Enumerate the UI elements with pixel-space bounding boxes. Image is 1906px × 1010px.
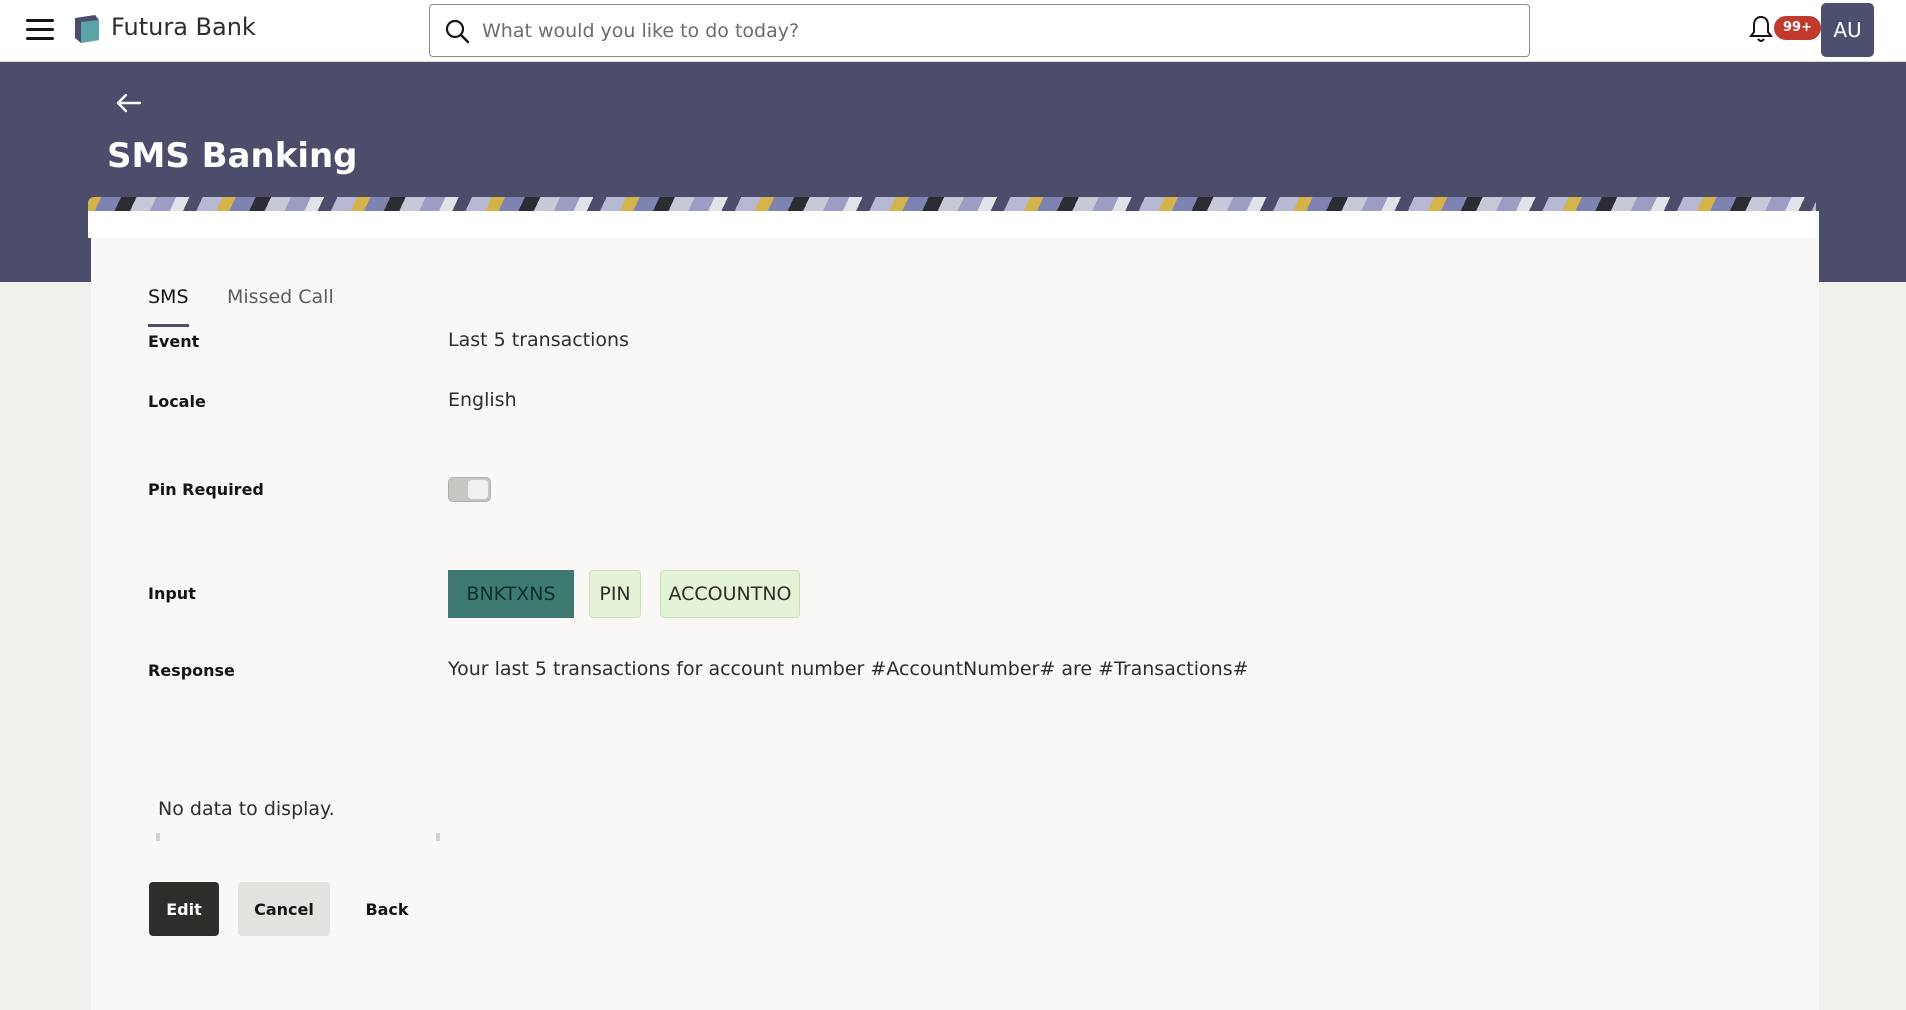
- search-icon: [445, 19, 470, 44]
- event-label: Event: [148, 332, 200, 351]
- toggle-knob: [468, 480, 488, 499]
- page-title: SMS Banking: [107, 136, 358, 176]
- pin-required-toggle[interactable]: [448, 477, 491, 502]
- notification-bell-icon[interactable]: [1748, 14, 1774, 44]
- scroll-left-marker[interactable]: [156, 833, 160, 841]
- input-label: Input: [148, 584, 196, 603]
- tab-missed-call[interactable]: Missed Call: [227, 286, 334, 308]
- input-chip-accountno[interactable]: ACCOUNTNO: [660, 570, 800, 618]
- pin-required-label: Pin Required: [148, 480, 264, 499]
- event-value: Last 5 transactions: [448, 329, 629, 351]
- active-tab-indicator: [148, 324, 189, 327]
- card-top-edge: [88, 211, 1816, 238]
- notification-count-badge: 99+: [1774, 16, 1821, 40]
- back-button[interactable]: Back: [355, 882, 419, 936]
- content-card: [91, 211, 1819, 1010]
- user-avatar[interactable]: AU: [1821, 3, 1874, 57]
- empty-table-message: No data to display.: [158, 798, 335, 820]
- locale-value: English: [448, 389, 517, 411]
- edit-button[interactable]: Edit: [149, 882, 219, 936]
- brand-name: Futura Bank: [111, 13, 256, 41]
- bank-logo-icon: [75, 15, 99, 43]
- search-input[interactable]: [482, 11, 1512, 51]
- cancel-button[interactable]: Cancel: [238, 882, 330, 936]
- input-chip-bnktxns[interactable]: BNKTXNS: [448, 570, 574, 618]
- search-box: [429, 4, 1530, 57]
- scroll-right-marker[interactable]: [436, 833, 440, 841]
- top-bar: Futura Bank 99+ AU: [0, 0, 1906, 62]
- locale-label: Locale: [148, 392, 206, 411]
- input-chip-pin[interactable]: PIN: [589, 570, 641, 618]
- response-label: Response: [148, 661, 235, 680]
- tab-sms[interactable]: SMS: [148, 286, 189, 308]
- back-arrow-icon[interactable]: [114, 90, 144, 116]
- decorative-pattern-strip: [88, 197, 1816, 211]
- hamburger-menu-icon[interactable]: [26, 19, 54, 41]
- response-value: Your last 5 transactions for account num…: [448, 658, 1249, 680]
